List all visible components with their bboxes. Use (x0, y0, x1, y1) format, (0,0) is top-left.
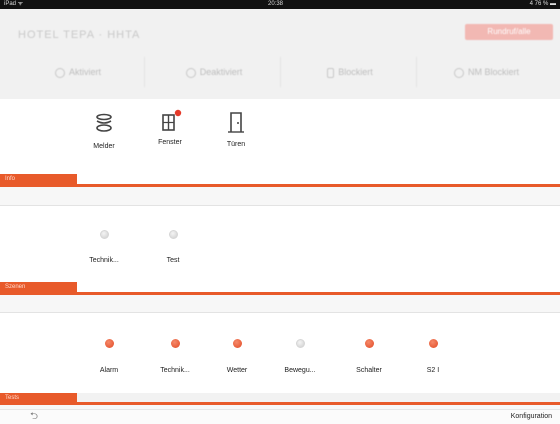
szenen-item[interactable]: Test (148, 226, 198, 264)
section-tag-szenen: Szenen (0, 282, 77, 292)
item-label: Alarm (99, 367, 119, 374)
item-label: Technik... (160, 367, 190, 374)
item-label: Schalter (356, 367, 382, 374)
status-dot-on (104, 339, 114, 348)
item-label: Test (166, 257, 180, 264)
status-dot-on (170, 339, 180, 348)
status-dot-off (168, 230, 178, 239)
bottom-bar: ⮌ Konfiguration (0, 409, 560, 424)
item-label: Bewegu... (284, 367, 316, 374)
status-dot-on (232, 339, 242, 348)
szenen-item[interactable]: Technik... (79, 226, 129, 264)
section-tag-info: Info (0, 174, 77, 184)
tests-item[interactable]: S2 I (408, 335, 458, 374)
status-bar: iPad ᯤ 20:38 4 76 % ▬ (0, 0, 560, 9)
item-label: Melder (93, 143, 115, 150)
tests-section: Alarm Technik... Wetter Bewegu... Schalt… (0, 313, 560, 403)
tab-label: Aktiviert (68, 67, 101, 77)
back-icon[interactable]: ⮌ (30, 410, 38, 424)
info-section: Melder Fenster Türen Info (0, 99, 560, 184)
info-item-tueren[interactable]: Türen (211, 111, 261, 148)
item-label: Fenster (158, 139, 182, 146)
circle-icon (54, 67, 65, 78)
item-label: Türen (226, 141, 246, 148)
info-item-fenster[interactable]: Fenster (145, 109, 195, 146)
item-label: Technik... (89, 257, 119, 264)
door-icon (228, 112, 244, 133)
brand-title: HOTEL TEPA · HHTA (18, 29, 141, 41)
status-dot-off (99, 230, 109, 239)
tests-item[interactable]: Bewegu... (275, 335, 325, 374)
section-gap (0, 295, 560, 313)
action-button[interactable]: Rundruf/alle (465, 24, 553, 40)
status-left: iPad ᯤ (4, 1, 24, 7)
tests-item[interactable]: Schalter (344, 335, 394, 374)
tab-label: Deaktiviert (199, 67, 243, 77)
status-dot-on (364, 339, 374, 348)
info-item-melder[interactable]: Melder (79, 113, 129, 150)
section-gap (0, 187, 560, 206)
tab-nm-blockiert[interactable]: NM Blockiert (420, 57, 553, 87)
status-dot-on (428, 339, 438, 348)
config-button[interactable]: Konfiguration (511, 410, 552, 424)
tests-item[interactable]: Alarm (84, 335, 134, 374)
window-icon (162, 109, 182, 131)
circle-icon (453, 67, 464, 78)
tab-deaktiviert[interactable]: Deaktiviert (148, 57, 281, 87)
detector-icon (96, 113, 112, 132)
circle-icon (185, 67, 196, 78)
status-time: 20:38 (268, 1, 284, 7)
lock-icon (327, 67, 335, 78)
tab-aktiviert[interactable]: Aktiviert (12, 57, 145, 87)
tests-item[interactable]: Wetter (212, 335, 262, 374)
tests-item[interactable]: Technik... (150, 335, 200, 374)
header: HOTEL TEPA · HHTA Rundruf/alle Aktiviert… (0, 9, 560, 99)
tab-row: Aktiviert Deaktiviert Blockiert NM Block… (12, 57, 558, 87)
item-label: S2 I (426, 367, 440, 374)
status-dot-off (295, 339, 305, 348)
tab-blockiert[interactable]: Blockiert (284, 57, 417, 87)
szenen-section: Technik... Test Szenen (0, 206, 560, 292)
tab-label: Blockiert (338, 67, 373, 77)
status-right: 4 76 % ▬ (529, 1, 556, 7)
tab-label: NM Blockiert (467, 67, 519, 77)
item-label: Wetter (226, 367, 248, 374)
